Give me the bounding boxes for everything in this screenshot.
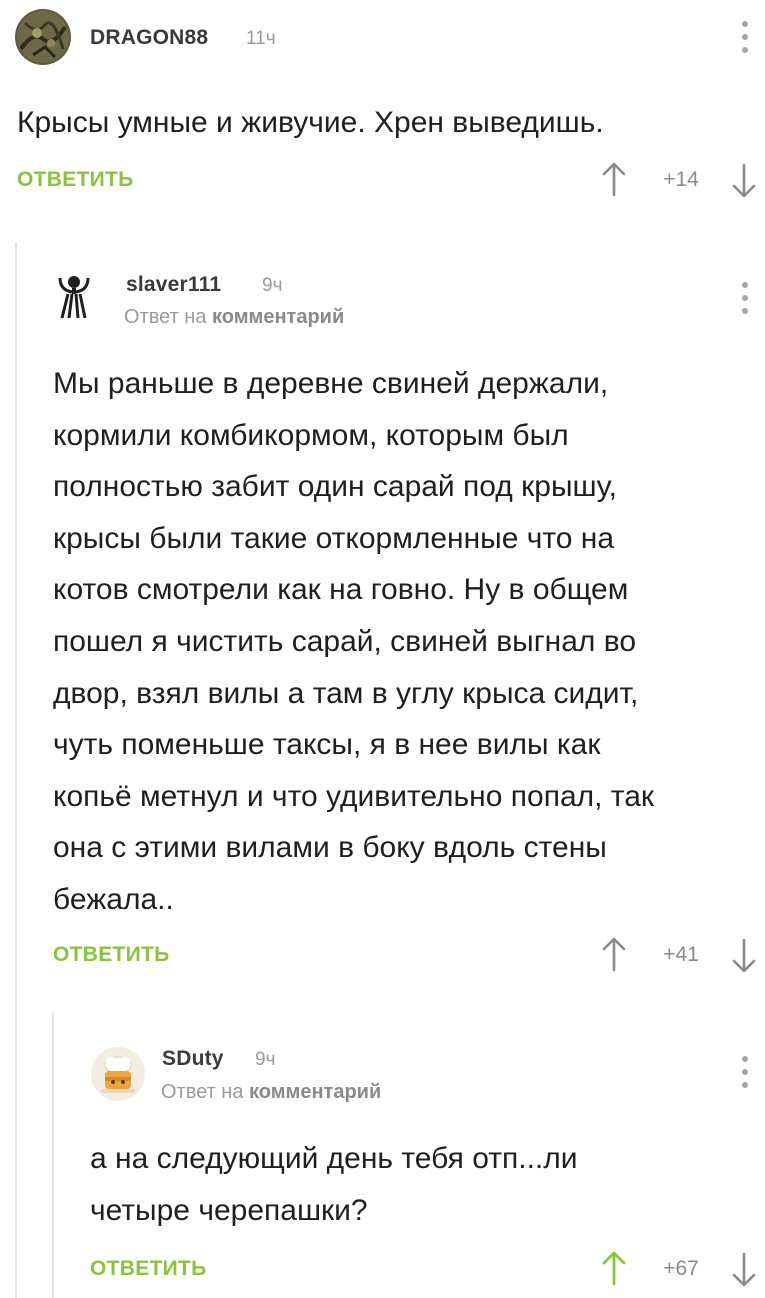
avatar-image [58, 276, 90, 319]
avatar[interactable] [91, 1047, 145, 1101]
reply-to-label: Ответ на комментарий [161, 1081, 381, 1104]
rating: +14 [663, 168, 699, 191]
downvote-arrow-icon[interactable] [730, 1252, 758, 1288]
avatar-image [91, 1047, 145, 1101]
more-options-icon[interactable] [741, 282, 749, 316]
avatar[interactable] [15, 9, 71, 65]
username[interactable]: DRAGON88 [90, 26, 208, 50]
comment-text: а на следующий день тебя отп...ли четыре… [90, 1142, 578, 1227]
rating: +41 [663, 943, 699, 966]
reply-to-prefix: Ответ на [161, 1081, 244, 1103]
reply-to-link[interactable]: комментарий [212, 306, 344, 328]
reply-button[interactable]: ОТВЕТИТЬ [53, 943, 170, 967]
reply-to-label: Ответ на комментарий [124, 306, 344, 329]
comment-slaver111: slaver111 9ч Ответ на комментарий Мы ран… [0, 240, 765, 1000]
username[interactable]: slaver111 [126, 273, 221, 297]
downvote-arrow-icon[interactable] [730, 163, 758, 199]
comment-text: Крысы умные и живучие. Хрен выведишь. [17, 106, 604, 139]
comment-sduty: SDuty 9ч Ответ на комментарий а на следу… [0, 1010, 765, 1298]
timestamp: 11ч [246, 28, 276, 49]
upvote-arrow-icon[interactable] [600, 161, 628, 197]
reply-to-prefix: Ответ на [124, 306, 207, 328]
avatar[interactable] [54, 272, 94, 322]
username[interactable]: SDuty [162, 1047, 224, 1071]
comment-text: Мы раньше в деревне свиней держали, корм… [53, 367, 655, 916]
reply-to-link[interactable]: комментарий [249, 1081, 381, 1103]
downvote-arrow-icon[interactable] [730, 938, 758, 974]
rating: +67 [663, 1257, 699, 1280]
reply-button[interactable]: ОТВЕТИТЬ [90, 1257, 207, 1281]
upvote-arrow-icon[interactable] [600, 936, 628, 972]
timestamp: 9ч [262, 275, 283, 296]
upvote-arrow-icon[interactable] [600, 1250, 628, 1286]
avatar-image [15, 9, 71, 65]
comment-dragon88: DRAGON88 11ч Крысы умные и живучие. Хрен… [0, 0, 765, 230]
reply-button[interactable]: ОТВЕТИТЬ [17, 168, 134, 192]
more-options-icon[interactable] [741, 1056, 749, 1090]
more-options-icon[interactable] [741, 21, 749, 55]
timestamp: 9ч [255, 1049, 276, 1070]
